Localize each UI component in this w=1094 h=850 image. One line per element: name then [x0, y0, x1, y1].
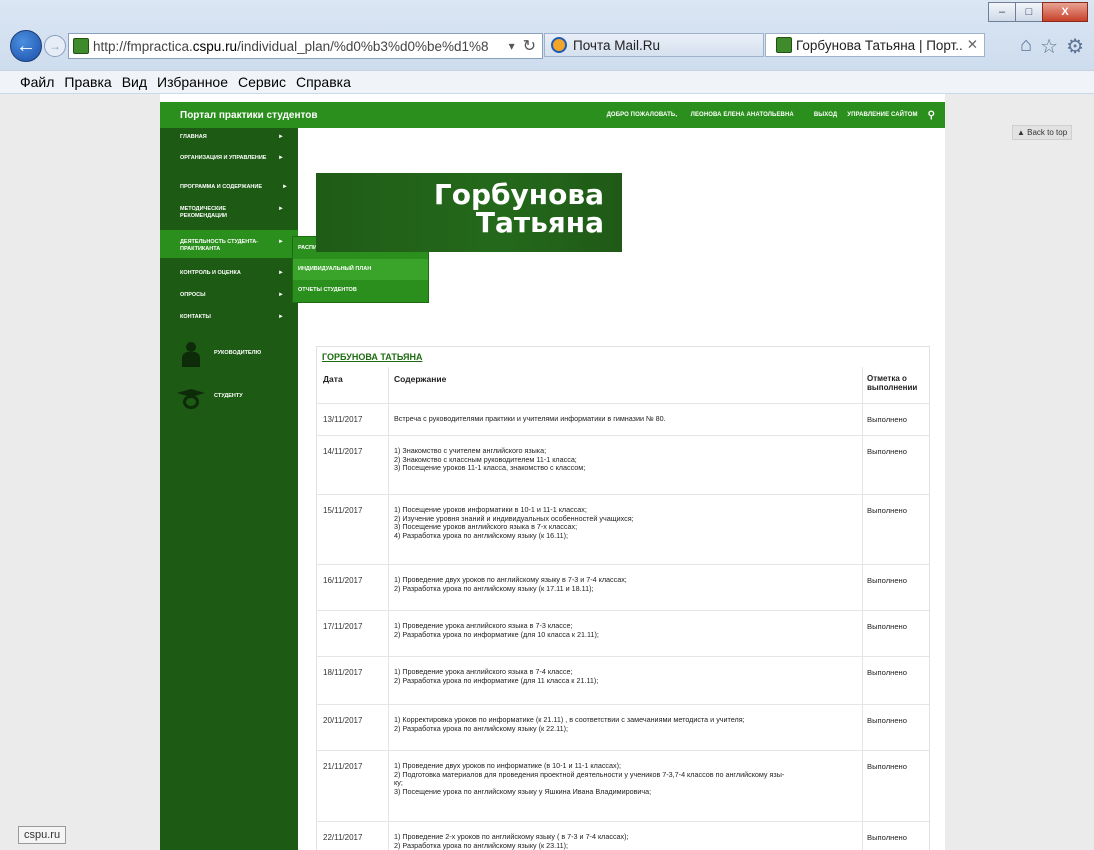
sidebar-item-surveys[interactable]: ОПРОСЫ ► [160, 292, 298, 302]
browser-menu-bar: Файл Правка Вид Избранное Сервис Справка [0, 70, 1094, 93]
table-row: 20/11/2017 1) Корректировка уроков по ин… [317, 705, 929, 751]
graduation-cap-icon [177, 385, 205, 411]
close-window-button[interactable]: X [1042, 2, 1088, 22]
welcome-text: ДОБРО ПОЖАЛОВАТЬ, ЛЕОНОВА ЕЛЕНА АНАТОЛЬЕ… [606, 112, 794, 118]
logout-link[interactable]: ВЫХОД [814, 112, 837, 118]
individual-plan-table: ГОРБУНОВА ТАТЬЯНА Дата Содержание Отметк… [316, 346, 930, 850]
table-row: 22/11/2017 1) Проведение 2-х уроков по а… [323, 832, 907, 850]
header-links: ДОБРО ПОЖАЛОВАТЬ, ЛЕОНОВА ЕЛЕНА АНАТОЛЬЕ… [607, 110, 945, 121]
sidebar-item-program[interactable]: ПРОГРАММА И СОДЕРЖАНИЕ ► [160, 184, 298, 194]
site-title[interactable]: Портал практики студентов [180, 110, 318, 121]
header-date: Дата [323, 374, 343, 384]
right-margin [945, 94, 1094, 850]
header-mark: Отметка о выполнении [867, 374, 918, 392]
home-icon[interactable]: ⌂ [1020, 34, 1032, 59]
page-hero: Горбунова Татьяна [316, 173, 622, 252]
sidebar: ГЛАВНАЯ ► ОРГАНИЗАЦИЯ И УПРАВЛЕНИЕ ► ПРОГР… [160, 128, 298, 850]
back-button[interactable]: ← [10, 30, 42, 62]
sidebar-item-control[interactable]: КОНТРОЛЬ И ОЦЕНКА ► [160, 270, 298, 280]
menu-view[interactable]: Вид [122, 74, 147, 90]
chevron-right-icon: ► [278, 134, 284, 140]
mail-icon [551, 37, 567, 53]
sidebar-item-organization[interactable]: ОРГАНИЗАЦИЯ И УПРАВЛЕНИЕ ► [160, 155, 298, 171]
sidebar-item-contacts[interactable]: КОНТАКТЫ ► [160, 314, 298, 324]
sidebar-item-student-activity[interactable]: ДЕЯТЕЛЬНОСТЬ СТУДЕНТА-ПРАКТИКАНТА ► [160, 230, 298, 258]
menu-edit[interactable]: Правка [64, 74, 111, 90]
navigation-row: ← → http://fmpractica.cspu.ru/individual… [8, 28, 1088, 62]
address-bar[interactable]: http://fmpractica.cspu.ru/individual_pla… [68, 33, 543, 59]
table-header: Дата Содержание Отметка о выполнении [317, 367, 929, 404]
chevron-right-icon: ► [282, 184, 288, 190]
person-icon [180, 342, 202, 368]
table-row: 16/11/2017 1) Проведение двух уроков по … [317, 565, 929, 611]
sidebar-item-home[interactable]: ГЛАВНАЯ ► [160, 134, 298, 144]
sidebar-leader-link[interactable]: РУКОВОДИТЕЛЮ [160, 338, 298, 378]
table-row: 17/11/2017 1) Проведение урока английско… [317, 611, 929, 657]
sidebar-item-methods[interactable]: МЕТОДИЧЕСКИЕ РЕКОМЕНДАЦИИ ► [160, 206, 298, 222]
window-controls: – □ X [988, 2, 1088, 22]
page-viewport: ▲ Back to top Портал практики студентов … [0, 94, 1094, 850]
forward-button[interactable]: → [44, 35, 66, 57]
back-to-top-button[interactable]: ▲ Back to top [1012, 125, 1073, 140]
chevron-right-icon: ► [278, 314, 284, 320]
maximize-button[interactable]: □ [1015, 2, 1043, 22]
manage-site-link[interactable]: УПРАВЛЕНИЕ САЙТОМ [847, 112, 917, 118]
refresh-icon[interactable]: ↻ [523, 36, 536, 56]
chevron-right-icon: ► [278, 206, 284, 212]
address-url[interactable]: http://fmpractica.cspu.ru/individual_pla… [93, 39, 509, 54]
menu-help[interactable]: Справка [296, 74, 351, 90]
back-arrow-icon: ← [16, 34, 36, 57]
site-favicon [73, 38, 89, 54]
chevron-right-icon: ► [278, 292, 284, 298]
chevron-right-icon: ► [278, 270, 284, 276]
student-name-link[interactable]: ГОРБУНОВА ТАТЬЯНА [322, 352, 422, 362]
submenu-item-individual-plan[interactable]: ИНДИВИДУАЛЬНЫЙ ПЛАН [293, 259, 428, 280]
tab-current-page[interactable]: Горбунова Татьяна | Порт... ✕ [765, 33, 985, 57]
table-row: 13/11/2017 Встреча с руководителями прак… [317, 404, 929, 436]
minimize-button[interactable]: – [988, 2, 1016, 22]
tab-close-icon[interactable]: ✕ [967, 37, 978, 53]
favorites-star-icon[interactable]: ☆ [1040, 34, 1058, 59]
header-content: Содержание [394, 374, 447, 384]
table-row: 18/11/2017 1) Проведение урока английско… [317, 657, 929, 705]
user-name-link[interactable]: ЛЕОНОВА ЕЛЕНА АНАТОЛЬЕВНА [691, 112, 794, 118]
menu-favorites[interactable]: Избранное [157, 74, 228, 90]
page-title: Горбунова Татьяна [433, 178, 604, 239]
left-margin [0, 94, 160, 850]
table-row: 14/11/2017 1) Знакомство с учителем англ… [317, 436, 929, 495]
menu-file[interactable]: Файл [20, 74, 54, 90]
forward-arrow-icon: → [49, 39, 61, 53]
tab-mail[interactable]: Почта Mail.Ru [544, 33, 764, 57]
table-row: 15/11/2017 1) Посещение уроков информати… [317, 495, 929, 565]
menu-tools[interactable]: Сервис [238, 74, 286, 90]
address-tools: ▾ ↻ [509, 36, 542, 56]
table-row: 21/11/2017 1) Проведение двух уроков по … [317, 751, 929, 822]
status-bar-url: cspu.ru [18, 826, 67, 844]
dropdown-icon[interactable]: ▾ [509, 39, 515, 53]
sidebar-student-link[interactable]: СТУДЕНТУ [160, 381, 298, 421]
search-icon[interactable]: ⚲ [928, 110, 935, 121]
gear-icon[interactable]: ⚙ [1066, 34, 1084, 59]
site-header: Портал практики студентов ДОБРО ПОЖАЛОВА… [160, 102, 945, 128]
chevron-right-icon: ► [278, 155, 284, 161]
browser-toolbar-icons: ⌂ ☆ ⚙ [1020, 34, 1084, 59]
browser-chrome: – □ X ← → http://fmpractica.cspu.ru/indi… [0, 0, 1094, 94]
submenu-item-reports[interactable]: ОТЧЕТЫ СТУДЕНТОВ [293, 280, 428, 301]
chevron-right-icon: ► [278, 239, 284, 245]
site-favicon-tab [776, 37, 792, 53]
